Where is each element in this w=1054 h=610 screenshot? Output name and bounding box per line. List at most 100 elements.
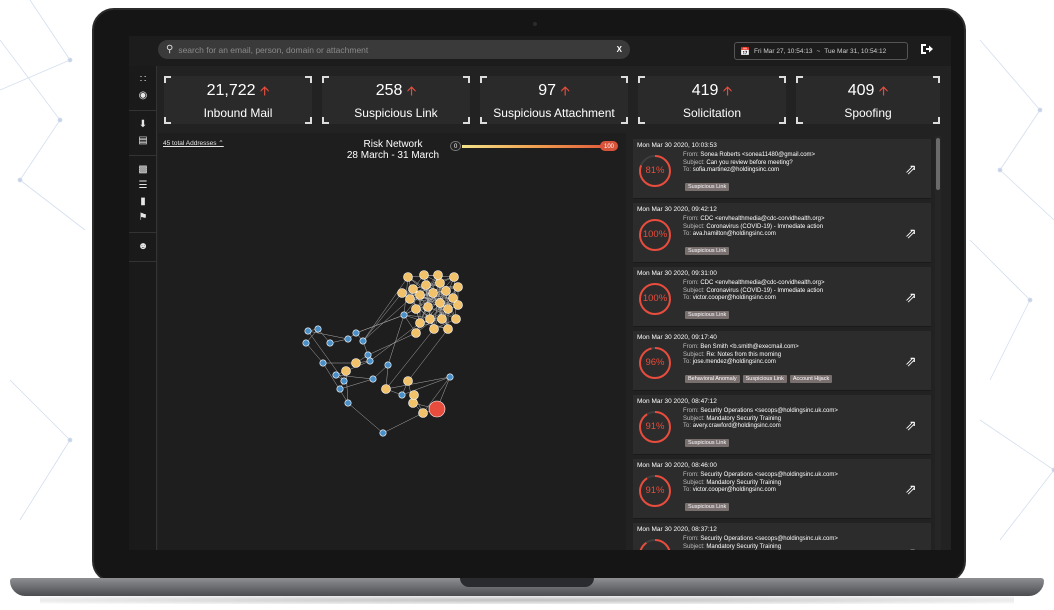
to-label: To: (683, 487, 692, 493)
flag-icon[interactable]: ⚑ (129, 210, 157, 226)
network-node[interactable] (332, 371, 340, 379)
external-link-icon[interactable]: ⇗ (905, 161, 917, 178)
network-node[interactable] (446, 373, 454, 381)
network-node[interactable] (453, 300, 463, 310)
stat-card-inbound-mail[interactable]: 21,722 🡩 Inbound Mail (164, 76, 312, 124)
clear-search-button[interactable]: X (617, 45, 622, 54)
alert-item[interactable]: Mon Mar 30 2020, 09:42:12 100% From: CDC <… (633, 203, 931, 263)
network-node[interactable] (397, 288, 407, 298)
network-icon[interactable]: ∷ (129, 72, 157, 88)
network-node[interactable] (341, 366, 351, 376)
network-node[interactable] (411, 328, 421, 338)
network-node[interactable] (429, 324, 439, 334)
network-node[interactable] (366, 357, 374, 365)
alert-tag[interactable]: Suspicious Link (685, 311, 730, 319)
external-link-icon[interactable]: ⇗ (905, 481, 917, 498)
network-node[interactable] (384, 361, 392, 369)
network-node[interactable] (443, 304, 453, 314)
network-node[interactable] (379, 429, 387, 437)
network-node[interactable] (437, 314, 447, 324)
network-node[interactable] (441, 286, 451, 296)
risk-network-graph[interactable] (158, 133, 626, 550)
network-node[interactable] (364, 351, 372, 359)
alert-tag[interactable]: Suspicious Link (685, 439, 730, 447)
network-node[interactable] (409, 390, 419, 400)
network-node[interactable] (403, 272, 413, 282)
risk-network-panel: 45 total Addresses ⌃ Risk Network 28 Mar… (158, 133, 626, 550)
network-node[interactable] (314, 325, 322, 333)
alert-item[interactable]: Mon Mar 30 2020, 08:37:12 From: Security … (633, 523, 931, 550)
scrollbar-thumb[interactable] (936, 138, 940, 190)
network-node[interactable] (453, 282, 463, 292)
external-link-icon[interactable]: ⇗ (905, 289, 917, 306)
network-node[interactable] (403, 376, 413, 386)
alert-timestamp: Mon Mar 30 2020, 08:46:00 (637, 462, 717, 469)
network-node[interactable] (421, 280, 431, 290)
external-link-icon[interactable]: ⇗ (905, 417, 917, 434)
list-icon[interactable]: ☰ (129, 178, 157, 194)
network-node[interactable] (425, 314, 435, 324)
network-node[interactable] (428, 288, 438, 298)
date-range-picker[interactable]: 📅 Fri Mar 27, 10:54:13 ~ Tue Mar 31, 10:… (734, 42, 908, 60)
chat-icon[interactable]: ▮ (129, 194, 157, 210)
hierarchy-icon[interactable]: ▩ (129, 162, 157, 178)
alert-tag[interactable]: Suspicious Link (742, 375, 787, 383)
stat-card-suspicious-attachment[interactable]: 97 🡩 Suspicious Attachment (480, 76, 628, 124)
network-node[interactable] (369, 375, 377, 383)
network-node[interactable] (411, 304, 421, 314)
network-node[interactable] (415, 318, 425, 328)
network-node[interactable] (398, 391, 406, 399)
external-link-icon[interactable]: ⇗ (905, 545, 917, 550)
network-node[interactable] (408, 398, 418, 408)
network-node[interactable] (415, 290, 425, 300)
external-link-icon[interactable]: ⇗ (905, 353, 917, 370)
total-addresses-toggle[interactable]: 45 total Addresses ⌃ (163, 139, 224, 147)
stat-card-suspicious-link[interactable]: 258 🡩 Suspicious Link (322, 76, 470, 124)
search-input[interactable]: ⚲ search for an email, person, domain or… (158, 40, 630, 59)
alert-from: CDC <envhealthmedia@cdc-corvidhealth.org… (700, 280, 825, 286)
network-node[interactable] (449, 272, 459, 282)
download-icon[interactable]: ⬇ (129, 117, 157, 133)
network-node[interactable] (352, 329, 360, 337)
network-node[interactable] (418, 408, 428, 418)
external-link-icon[interactable]: ⇗ (905, 225, 917, 242)
user-settings-icon[interactable]: ☻ (129, 239, 157, 255)
network-node[interactable] (400, 311, 408, 319)
network-node[interactable] (451, 314, 461, 324)
network-node[interactable] (344, 399, 352, 407)
alert-tag[interactable]: Suspicious Link (685, 503, 730, 511)
network-node[interactable] (351, 358, 361, 368)
network-node[interactable] (433, 270, 443, 280)
network-node[interactable] (304, 327, 312, 335)
id-card-icon[interactable]: ▤ (129, 133, 157, 149)
logout-icon[interactable] (918, 42, 936, 60)
alert-item[interactable]: Mon Mar 30 2020, 09:17:40 96% From: Ben Sm… (633, 331, 931, 391)
network-node[interactable] (419, 270, 429, 280)
network-node[interactable] (435, 298, 445, 308)
network-node[interactable] (302, 339, 310, 347)
network-node[interactable] (344, 335, 352, 343)
network-node[interactable] (443, 324, 453, 334)
alert-item[interactable]: Mon Mar 30 2020, 08:46:00 91% From: Securi… (633, 459, 931, 519)
alert-tag[interactable]: Suspicious Link (685, 247, 730, 255)
network-node[interactable] (405, 294, 415, 304)
alert-item[interactable]: Mon Mar 30 2020, 09:31:00 100% From: CDC <… (633, 267, 931, 327)
network-node[interactable] (359, 337, 367, 345)
stat-card-spoofing[interactable]: 409 🡩 Spoofing (796, 76, 940, 124)
network-node[interactable] (381, 384, 391, 394)
target-icon[interactable]: ◉ (129, 88, 157, 104)
network-node[interactable] (435, 278, 445, 288)
alert-tag[interactable]: Account Hijack (789, 375, 833, 383)
network-node-high-risk[interactable] (428, 400, 446, 418)
alert-item[interactable]: Mon Mar 30 2020, 10:03:53 81% From: Sonea … (633, 139, 931, 199)
alert-tag[interactable]: Behavioral Anomaly (685, 375, 740, 383)
alert-item[interactable]: Mon Mar 30 2020, 08:47:12 91% From: Securi… (633, 395, 931, 455)
network-node[interactable] (336, 385, 344, 393)
network-node[interactable] (340, 377, 348, 385)
network-node[interactable] (326, 339, 334, 347)
alert-feed-scrollbar[interactable] (935, 136, 941, 550)
network-node[interactable] (423, 302, 433, 312)
alert-tag[interactable]: Suspicious Link (685, 183, 730, 191)
stat-card-solicitation[interactable]: 419 🡩 Solicitation (638, 76, 786, 124)
network-node[interactable] (319, 359, 327, 367)
